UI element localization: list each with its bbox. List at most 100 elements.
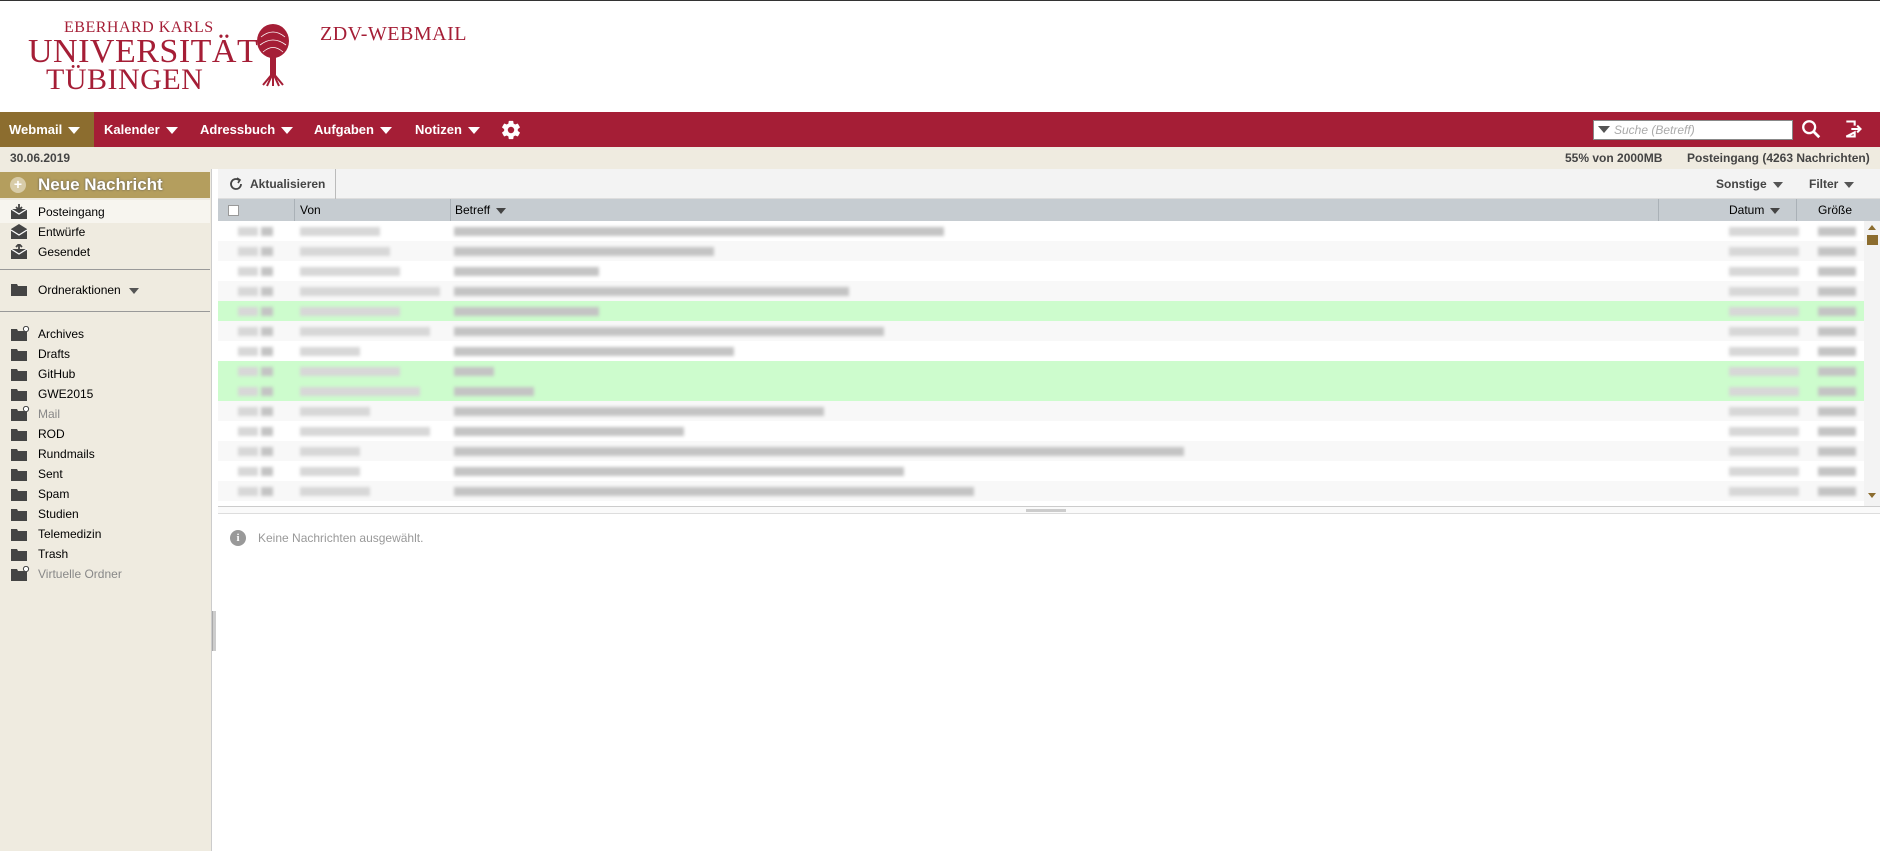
message-list-scrollbar[interactable]	[1864, 221, 1880, 506]
redacted-text	[261, 307, 273, 316]
folder-item-label: Trash	[38, 547, 69, 561]
folder-item-label: Sent	[38, 467, 63, 481]
sort-desc-icon	[1770, 207, 1781, 214]
message-row[interactable]	[218, 441, 1864, 461]
search-options-dropdown[interactable]	[1598, 126, 1610, 133]
search-box[interactable]	[1593, 120, 1793, 140]
redacted-text	[454, 287, 849, 296]
search-input[interactable]	[1614, 122, 1789, 138]
redacted-text	[300, 287, 440, 296]
folder-actions-menu[interactable]: Ordneraktionen	[0, 278, 210, 301]
folder-item-label: Telemedizin	[38, 527, 102, 541]
redacted-text	[238, 247, 258, 256]
folder-item-label: Archives	[38, 327, 85, 341]
message-row[interactable]	[218, 481, 1864, 501]
message-row[interactable]	[218, 461, 1864, 481]
redacted-text	[1729, 447, 1799, 456]
redacted-text	[1818, 327, 1856, 336]
logout-icon[interactable]	[1843, 119, 1863, 139]
folder-item[interactable]: Virtuelle Ordner	[0, 562, 210, 585]
message-row[interactable]	[218, 381, 1864, 401]
nav-aufgaben[interactable]: Aufgaben	[305, 112, 401, 147]
redacted-text	[1729, 307, 1799, 316]
redacted-text	[1818, 347, 1856, 356]
refresh-button[interactable]: Aktualisieren	[226, 169, 337, 199]
nav-kalender[interactable]: Kalender	[95, 112, 187, 147]
folder-icon	[11, 389, 27, 401]
column-header-subject[interactable]: Betreff	[455, 203, 507, 217]
redacted-text	[238, 327, 258, 336]
new-message-button[interactable]: + Neue Nachricht	[0, 172, 210, 198]
redacted-text	[238, 307, 258, 316]
folder-item-label: GWE2015	[38, 387, 94, 401]
filter-menu[interactable]: Filter	[1809, 169, 1855, 199]
redacted-text	[454, 387, 534, 396]
message-row[interactable]	[218, 321, 1864, 341]
message-row[interactable]	[218, 261, 1864, 281]
scroll-up-icon[interactable]	[1868, 225, 1876, 230]
message-row[interactable]	[218, 341, 1864, 361]
scrollbar-thumb[interactable]	[1867, 235, 1878, 245]
message-row[interactable]	[218, 221, 1864, 241]
palm-tree-logo-icon	[257, 24, 289, 87]
nav-adressbuch[interactable]: Adressbuch	[191, 112, 302, 147]
redacted-text	[300, 227, 380, 236]
redacted-text	[1729, 267, 1799, 276]
message-row[interactable]	[218, 401, 1864, 421]
redacted-text	[454, 367, 494, 376]
folder-item-label: Virtuelle Ordner	[38, 567, 122, 581]
redacted-text	[261, 447, 273, 456]
folder-icon	[11, 529, 27, 541]
nav-webmail[interactable]: Webmail	[0, 112, 94, 147]
redacted-text	[454, 427, 684, 436]
redacted-text	[300, 347, 360, 356]
folder-sent[interactable]: Gesendet	[0, 240, 210, 263]
sidebar-resize-handle[interactable]	[212, 611, 216, 651]
nav-notizen-label: Notizen	[415, 122, 462, 137]
preview-resize-handle[interactable]	[218, 506, 1880, 514]
redacted-text	[238, 487, 258, 496]
scroll-down-icon[interactable]	[1868, 493, 1876, 498]
main-navigation: Webmail Kalender Adressbuch Aufgaben Not…	[0, 112, 1880, 147]
drafts-icon	[10, 224, 28, 239]
folder-item-label: Mail	[38, 407, 61, 421]
folder-item-label: Rundmails	[38, 447, 95, 461]
chevron-down-icon	[1844, 181, 1855, 188]
column-header-size[interactable]: Größe	[1818, 203, 1852, 217]
message-row[interactable]	[218, 281, 1864, 301]
redacted-text	[1818, 487, 1856, 496]
redacted-text	[261, 407, 273, 416]
column-header-from[interactable]: Von	[300, 203, 321, 217]
folder-icon	[11, 509, 27, 521]
redacted-text	[238, 387, 258, 396]
message-row[interactable]	[218, 301, 1864, 321]
search-icon[interactable]	[1800, 118, 1822, 140]
redacted-text	[300, 307, 400, 316]
redacted-text	[300, 427, 430, 436]
nav-aufgaben-label: Aufgaben	[314, 122, 374, 137]
redacted-text	[261, 327, 273, 336]
redacted-text	[261, 487, 273, 496]
column-divider	[450, 199, 451, 221]
redacted-text	[1818, 247, 1856, 256]
folder-plus-icon	[11, 326, 30, 341]
university-logo[interactable]: EBERHARD KARLS UNIVERSITÄT TÜBINGEN	[28, 19, 298, 96]
column-header-date[interactable]: Datum	[1729, 203, 1781, 217]
folder-drafts-label: Entwürfe	[38, 225, 86, 239]
redacted-text	[1818, 447, 1856, 456]
gear-icon[interactable]	[500, 119, 522, 141]
redacted-text	[1818, 467, 1856, 476]
folder-sidebar: + Neue Nachricht Posteingang Entwürfe Ge…	[0, 169, 212, 851]
message-row[interactable]	[218, 361, 1864, 381]
redacted-text	[1729, 227, 1799, 236]
select-all-checkbox[interactable]	[228, 205, 239, 216]
message-row[interactable]	[218, 241, 1864, 261]
chevron-down-icon	[128, 287, 139, 294]
folder-icon	[11, 489, 27, 501]
redacted-text	[261, 467, 273, 476]
nav-notizen[interactable]: Notizen	[406, 112, 489, 147]
message-row[interactable]	[218, 421, 1864, 441]
chevron-down-icon	[281, 127, 294, 135]
redacted-text	[454, 267, 599, 276]
other-actions-menu[interactable]: Sonstige	[1716, 169, 1783, 199]
